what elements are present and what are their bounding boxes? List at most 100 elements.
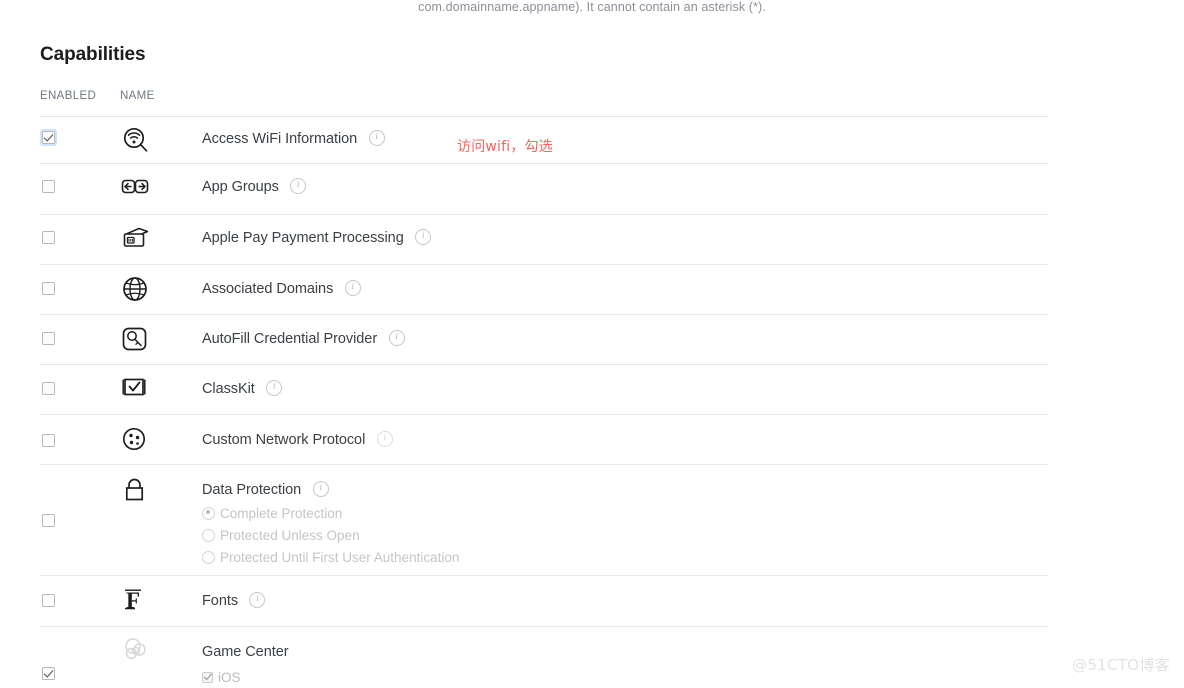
game-center-platforms: iOS (202, 668, 289, 688)
capability-icon-cell (120, 222, 164, 254)
checkbox-focus-ring (40, 129, 57, 147)
table-row[interactable]: AutoFill Credential Provider i (40, 315, 1048, 365)
checkbox-wrap (40, 665, 57, 682)
capability-name-cell: Fonts i (202, 591, 266, 610)
info-icon[interactable]: i (368, 129, 385, 146)
app-groups-arrows-icon (121, 179, 149, 194)
table-row[interactable]: Custom Network Protocol i (40, 415, 1048, 465)
capability-icon-cell (120, 476, 164, 506)
globe-icon (123, 277, 147, 301)
platform-label: iOS (218, 670, 241, 685)
enabled-cell (40, 665, 100, 683)
wifi-magnifier-icon (123, 127, 148, 152)
enable-checkbox-associated-domains[interactable] (42, 282, 55, 296)
radio-option[interactable]: Complete Protection (202, 503, 459, 525)
apple-pay-wallet-icon (123, 227, 149, 247)
enable-checkbox-custom-network-protocol[interactable] (42, 434, 55, 448)
capability-name-cell: Custom Network Protocol i (202, 430, 393, 449)
enable-checkbox-data-protection[interactable] (42, 514, 55, 528)
capability-icon-cell (120, 125, 164, 157)
radio-option[interactable]: Protected Until First User Authenticatio… (202, 547, 459, 569)
checkbox-wrap (40, 512, 57, 529)
enable-checkbox-autofill-credential-provider[interactable] (42, 332, 55, 346)
table-row[interactable]: Associated Domains i (40, 265, 1048, 315)
radio-label: Protected Until First User Authenticatio… (220, 550, 460, 565)
enabled-cell (40, 592, 100, 610)
radio-label: Complete Protection (220, 506, 343, 521)
watermark: @51CTO博客 (1072, 656, 1170, 674)
radio-protected-unless-open[interactable] (202, 528, 215, 542)
enabled-cell (40, 129, 100, 147)
lock-icon (125, 478, 144, 501)
fonts-f-icon: F (125, 588, 141, 613)
info-icon[interactable]: i (290, 177, 307, 194)
network-dots-icon (122, 427, 146, 451)
enabled-cell (40, 178, 100, 196)
capability-label: Game Center (202, 643, 289, 660)
capability-label: AutoFill Credential Provider (202, 330, 378, 347)
capability-label: Custom Network Protocol (202, 431, 366, 448)
checkbox-wrap (40, 380, 57, 397)
capability-label: Associated Domains (202, 280, 334, 297)
column-header-enabled: ENABLED (40, 90, 97, 102)
info-icon[interactable]: i (388, 329, 405, 346)
table-row[interactable]: App Groups i (40, 164, 1048, 215)
capability-icon-cell (120, 375, 164, 403)
capability-icon-cell (120, 635, 164, 667)
enable-checkbox-fonts[interactable] (42, 594, 55, 608)
classkit-checkmark-icon (122, 378, 146, 396)
table-header: ENABLED NAME (40, 90, 1048, 116)
table-row[interactable]: ClassKit i (40, 365, 1048, 415)
capability-label: Fonts (202, 592, 239, 609)
data-protection-options: Complete Protection Protected Unless Ope… (202, 503, 459, 569)
info-icon[interactable]: i (415, 228, 432, 245)
checkbox-wrap (40, 432, 57, 449)
table-row[interactable]: Data Protection i Complete Protection Pr… (40, 465, 1048, 576)
capability-name-cell: Associated Domains i (202, 279, 361, 298)
column-header-name: NAME (120, 90, 155, 102)
checkbox-wrap (40, 229, 57, 246)
checkbox-wrap (40, 592, 57, 609)
capability-name-cell: App Groups i (202, 177, 307, 196)
info-icon[interactable]: i (344, 279, 361, 296)
capability-icon-cell (120, 274, 164, 304)
page-title: Capabilities (40, 44, 146, 65)
info-icon[interactable]: i (376, 430, 393, 447)
radio-protected-until-first-user-authentication[interactable] (202, 550, 215, 564)
capability-name-cell: Apple Pay Payment Processing i (202, 228, 432, 247)
table-row[interactable]: Apple Pay Payment Processing i (40, 215, 1048, 265)
table-row[interactable]: F Fonts i (40, 576, 1048, 627)
checkbox-wrap (40, 280, 57, 297)
platform-option[interactable]: iOS (202, 668, 289, 688)
annotation-text: 访问wifi，勾选 (457, 139, 553, 155)
capability-name-cell: Access WiFi Information i (202, 129, 385, 148)
capability-icon-cell (120, 324, 164, 354)
enabled-cell (40, 432, 100, 450)
capability-icon-cell: F (120, 585, 164, 615)
enabled-cell (40, 512, 100, 530)
capability-name-cell: Game Center iOS (202, 643, 289, 688)
checkbox-wrap (40, 178, 57, 195)
enable-checkbox-apple-pay-payment-processing[interactable] (42, 231, 55, 245)
enabled-cell (40, 229, 100, 247)
checkbox-wrap (40, 330, 57, 347)
radio-option[interactable]: Protected Unless Open (202, 525, 459, 547)
enabled-cell (40, 330, 100, 348)
info-icon[interactable]: i (312, 480, 329, 497)
radio-complete-protection[interactable] (202, 506, 215, 520)
capability-label: Data Protection (202, 481, 302, 498)
capability-name-cell: Data Protection i Complete Protection Pr… (202, 480, 459, 569)
enable-checkbox-app-groups[interactable] (42, 180, 55, 194)
enable-checkbox-classkit[interactable] (42, 382, 55, 396)
enable-checkbox-game-center[interactable] (42, 667, 55, 681)
key-square-icon (122, 327, 147, 351)
info-icon[interactable]: i (266, 379, 283, 396)
enable-checkbox-access-wifi-information[interactable] (42, 131, 55, 145)
capability-label: App Groups (202, 178, 279, 195)
enabled-cell (40, 380, 100, 398)
capability-name-cell: ClassKit i (202, 379, 283, 398)
table-row[interactable]: Game Center iOS (40, 627, 1048, 686)
platform-checkbox-ios[interactable] (202, 671, 213, 683)
enabled-cell (40, 280, 100, 298)
info-icon[interactable]: i (249, 591, 266, 608)
